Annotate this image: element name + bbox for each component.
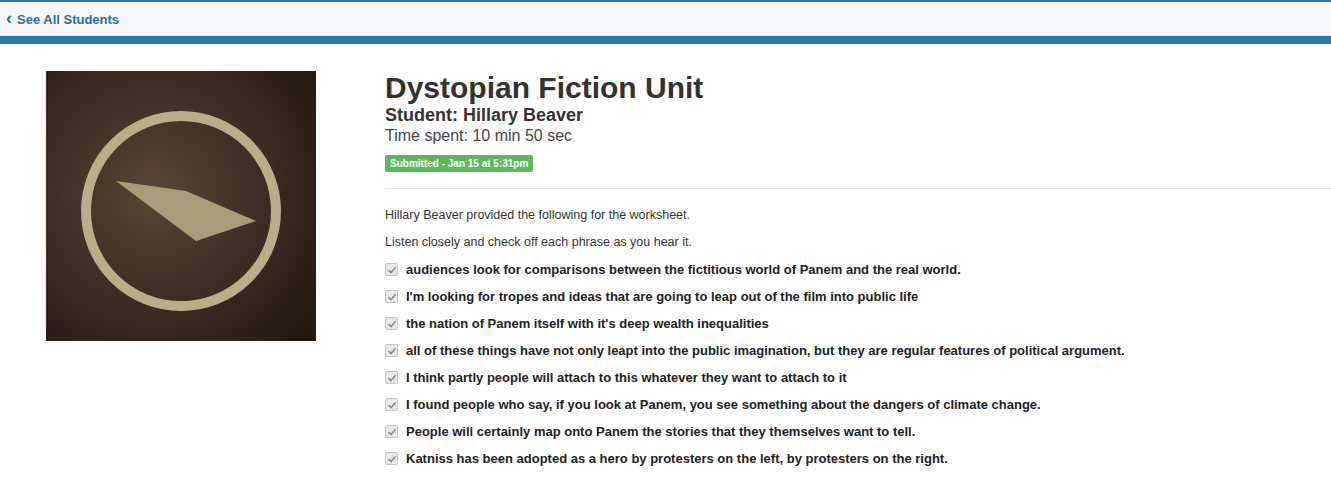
checkbox[interactable]	[385, 425, 398, 438]
check-icon	[387, 373, 397, 383]
checkbox[interactable]	[385, 317, 398, 330]
phrase-text: I found people who say, if you look at P…	[406, 397, 1041, 412]
phrase-item: Katniss has been adopted as a hero by pr…	[385, 450, 1331, 467]
assignment-title: Dystopian Fiction Unit	[385, 71, 1331, 105]
back-label: See All Students	[17, 12, 119, 27]
phrase-item: the nation of Panem itself with it's dee…	[385, 315, 1331, 332]
cover-image	[46, 71, 316, 341]
content: Dystopian Fiction UnitStudent: Hillary B…	[0, 44, 1331, 467]
student-name: Student: Hillary Beaver	[385, 105, 1331, 125]
phrase-text: the nation of Panem itself with it's dee…	[406, 316, 769, 331]
submitted-badge: Submitted - Jan 15 at 5:31pm	[385, 155, 533, 172]
phrase-item: I'm looking for tropes and ideas that ar…	[385, 288, 1331, 305]
instruction-text: Listen closely and check off each phrase…	[385, 234, 1331, 250]
check-icon	[387, 346, 397, 356]
checkbox[interactable]	[385, 344, 398, 357]
phrase-text: Katniss has been adopted as a hero by pr…	[406, 451, 948, 466]
check-icon	[387, 427, 397, 437]
check-icon	[387, 292, 397, 302]
phrase-text: all of these things have not only leapt …	[406, 343, 1125, 358]
phrase-text: audiences look for comparisons between t…	[406, 262, 961, 277]
back-link[interactable]: ‹ See All Students	[6, 11, 119, 27]
divider	[385, 188, 1331, 189]
phrase-text: I think partly people will attach to thi…	[406, 370, 847, 385]
check-icon	[387, 400, 397, 410]
phrase-item: audiences look for comparisons between t…	[385, 261, 1331, 278]
time-spent: Time spent: 10 min 50 sec	[385, 125, 1331, 146]
phrase-item: all of these things have not only leapt …	[385, 342, 1331, 359]
phrase-item: I found people who say, if you look at P…	[385, 396, 1331, 413]
check-icon	[387, 319, 397, 329]
phrase-text: I'm looking for tropes and ideas that ar…	[406, 289, 918, 304]
check-icon	[387, 265, 397, 275]
checkbox[interactable]	[385, 371, 398, 384]
chevron-left-icon: ‹	[6, 9, 12, 27]
check-icon	[387, 454, 397, 464]
phrase-text: People will certainly map onto Panem the…	[406, 424, 915, 439]
phrase-item: People will certainly map onto Panem the…	[385, 423, 1331, 440]
intro-text: Hillary Beaver provided the following fo…	[385, 207, 1331, 223]
checkbox[interactable]	[385, 263, 398, 276]
phrase-list: audiences look for comparisons between t…	[385, 261, 1331, 467]
mockingjay-pin-icon	[46, 71, 316, 341]
page: ‹See All StudentsDystopian Fiction UnitS…	[0, 0, 1331, 483]
accent-bar	[0, 36, 1331, 44]
checkbox[interactable]	[385, 452, 398, 465]
checkbox[interactable]	[385, 398, 398, 411]
top-bar: ‹ See All Students	[0, 0, 1331, 36]
details: Dystopian Fiction UnitStudent: Hillary B…	[385, 71, 1331, 467]
phrase-item: I think partly people will attach to thi…	[385, 369, 1331, 386]
checkbox[interactable]	[385, 290, 398, 303]
